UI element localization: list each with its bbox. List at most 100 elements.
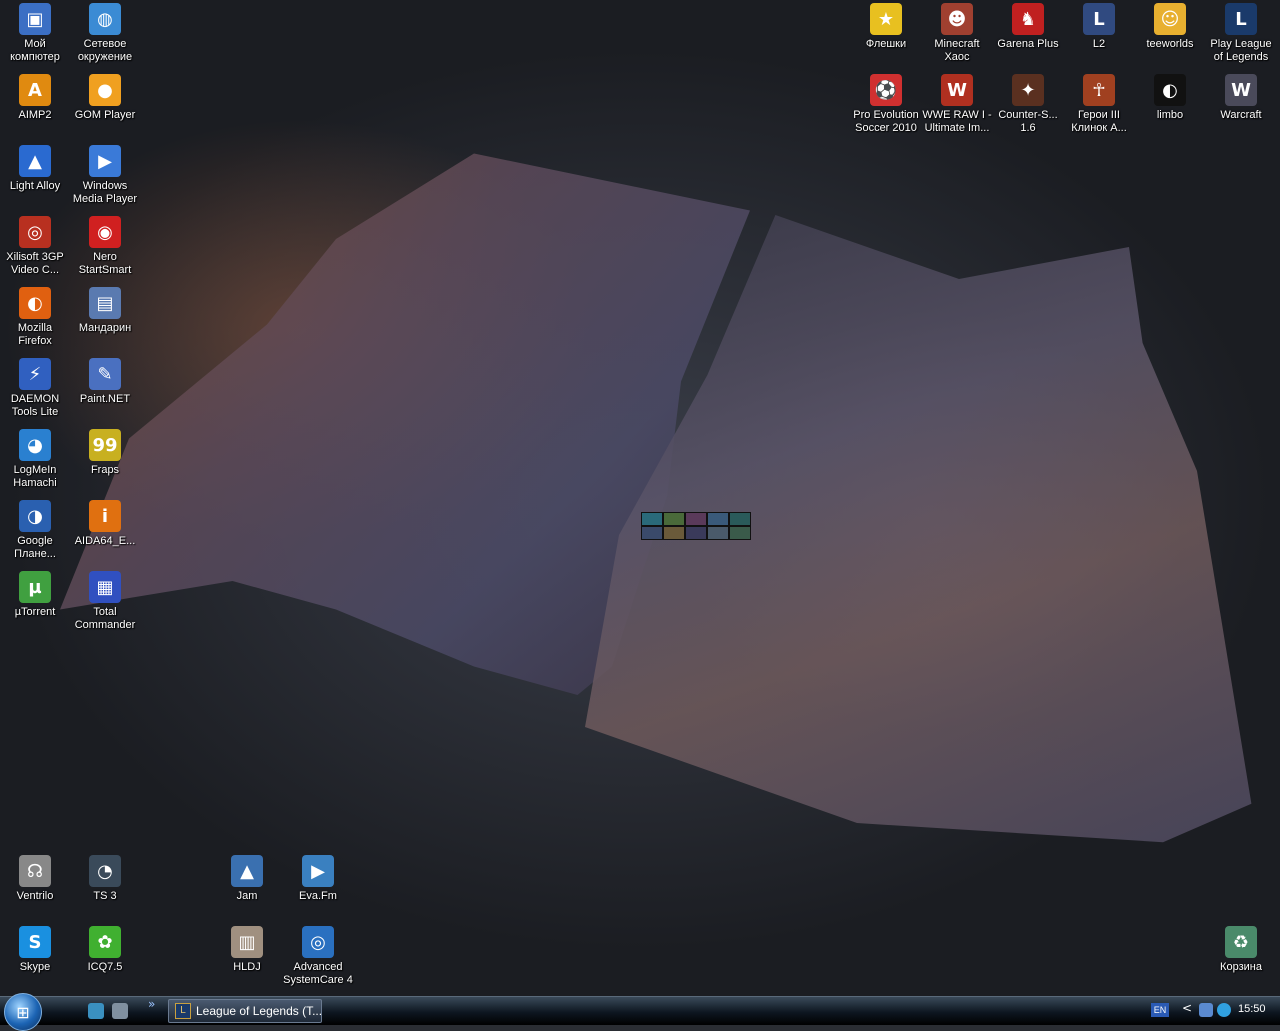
desktop-icon[interactable]: ▲ Light Alloy	[0, 145, 70, 193]
desktop-icon[interactable]: ☥ Герои III Клинок А...	[1064, 74, 1134, 135]
desktop-icon-label: Герои III Клинок А...	[1071, 109, 1127, 134]
desktop-icon[interactable]: ♞ Garena Plus	[993, 3, 1063, 51]
desktop-icon-label: Ventrilo	[16, 890, 54, 902]
desktop-icon[interactable]: i AIDA64_E...	[70, 500, 140, 548]
desktop-icon[interactable]: ✎ Paint.NET	[70, 358, 140, 406]
desktop-icon-label: Paint.NET	[79, 393, 131, 405]
taskbar-window-button[interactable]: L League of Legends (T...	[168, 999, 322, 1023]
xilisoft-icon: ◎	[19, 216, 51, 248]
minecraft-icon: ☻	[941, 3, 973, 35]
desktop-icon[interactable]: ⚽ Pro Evolution Soccer 2010	[851, 74, 921, 135]
desktop-icon[interactable]: ◎ Xilisoft 3GP Video C...	[0, 216, 70, 277]
desktop-icon[interactable]: ♻ Корзина	[1206, 926, 1276, 974]
media-player-icon: ▶	[89, 145, 121, 177]
desktop-icon[interactable]: ◐ limbo	[1135, 74, 1205, 122]
desktop-icon[interactable]: ◑ Google Плане...	[0, 500, 70, 561]
desktop-icon-label: Warcraft	[1220, 109, 1262, 121]
desktop-icon[interactable]: ▲ Jam	[212, 855, 282, 903]
desktop: ▣ Мой компютер ◍ Сетевое окружение A AIMP2 ● GO…	[0, 0, 1280, 996]
thumbnail-strip[interactable]	[641, 512, 751, 540]
star-icon: ★	[870, 3, 902, 35]
desktop-icon-label: teeworlds	[1146, 38, 1194, 50]
network-tray-icon[interactable]	[1199, 1003, 1213, 1017]
desktop-icon[interactable]: ★ Флешки	[851, 3, 921, 51]
nero-icon: ◉	[89, 216, 121, 248]
desktop-icon[interactable]: µ µTorrent	[0, 571, 70, 619]
desktop-icon-label: Флешки	[865, 38, 907, 50]
taskbar-window-title: League of Legends (T...	[196, 1004, 322, 1018]
desktop-icon[interactable]: L L2	[1064, 3, 1134, 51]
desktop-icon[interactable]: W WWE RAW I - Ultimate Im...	[922, 74, 992, 135]
desktop-icon[interactable]: ◍ Сетевое окружение	[70, 3, 140, 64]
icq-icon: ✿	[89, 926, 121, 958]
garena-icon: ♞	[1012, 3, 1044, 35]
pes-icon: ⚽	[870, 74, 902, 106]
volume-tray-icon[interactable]	[1217, 1003, 1231, 1017]
desktop-icon[interactable]: ▤ Мандарин	[70, 287, 140, 335]
lineage2-icon: L	[1083, 3, 1115, 35]
desktop-icon-label: µTorrent	[14, 606, 56, 618]
desktop-icon-label: Eva.Fm	[299, 890, 337, 902]
desktop-icon[interactable]: ▣ Мой компютер	[0, 3, 70, 64]
clock[interactable]: 15:50	[1238, 1003, 1266, 1015]
desktop-icon-label: Pro Evolution Soccer 2010	[853, 109, 919, 134]
desktop-icon-label: Mozilla Firefox	[17, 322, 53, 347]
desktop-icon[interactable]: ◎ Advanced SystemCare 4	[283, 926, 353, 987]
light-alloy-icon: ▲	[19, 145, 51, 177]
desktop-icon-label: Garena Plus	[997, 38, 1059, 50]
desktop-icon-label: Nero StartSmart	[78, 251, 132, 276]
desktop-icon[interactable]: ☺ teeworlds	[1135, 3, 1205, 51]
computer-icon: ▣	[19, 3, 51, 35]
desktop-icon[interactable]: ▥ HLDJ	[212, 926, 282, 974]
teeworlds-icon: ☺	[1154, 3, 1186, 35]
desktop-icon-label: Сетевое окружение	[77, 38, 133, 63]
tray-expand-icon[interactable]: <	[1182, 1001, 1192, 1015]
desktop-icon[interactable]: ▦ Total Commander	[70, 571, 140, 632]
desktop-icon-label: Minecraft Хаос	[934, 38, 980, 63]
network-icon: ◍	[89, 3, 121, 35]
desktop-icon-label: HLDJ	[233, 961, 261, 973]
quick-launch-more-button[interactable]: »	[148, 997, 155, 1011]
desktop-icon[interactable]: A AIMP2	[0, 74, 70, 122]
desktop-icon[interactable]: W Warcraft	[1206, 74, 1276, 122]
desktop-icon-label: GOM Player	[74, 109, 136, 121]
total-commander-icon: ▦	[89, 571, 121, 603]
windows-start-icon[interactable]: ⊞	[4, 993, 42, 1031]
desktop-icon[interactable]: S Skype	[0, 926, 70, 974]
desktop-icon[interactable]: ☊ Ventrilo	[0, 855, 70, 903]
gom-player-icon: ●	[89, 74, 121, 106]
hldj-icon: ▥	[231, 926, 263, 958]
taskbar: ⊞ » L League of Legends (T... EN < 15:50	[0, 993, 1280, 1031]
desktop-icon-label: Play League of Legends	[1210, 38, 1272, 63]
warcraft-icon: W	[1225, 74, 1257, 106]
show-desktop-icon[interactable]	[112, 1003, 128, 1019]
desktop-icon-label: ICQ7.5	[87, 961, 123, 973]
teamspeak-icon: ◔	[89, 855, 121, 887]
desktop-icon[interactable]: ✿ ICQ7.5	[70, 926, 140, 974]
desktop-icon[interactable]: ▶ Windows Media Player	[70, 145, 140, 206]
desktop-globe-icon[interactable]	[88, 1003, 104, 1019]
language-indicator[interactable]: EN	[1151, 1003, 1169, 1017]
desktop-icon[interactable]: 99 Fraps	[70, 429, 140, 477]
desktop-icon[interactable]: L Play League of Legends	[1206, 3, 1276, 64]
desktop-icon[interactable]: ☻ Minecraft Хаос	[922, 3, 992, 64]
desktop-icon-label: Fraps	[90, 464, 120, 476]
desktop-icon-label: Jam	[236, 890, 258, 902]
desktop-icon[interactable]: ◉ Nero StartSmart	[70, 216, 140, 277]
desktop-icon[interactable]: ◔ TS 3	[70, 855, 140, 903]
desktop-icon-label: Light Alloy	[9, 180, 61, 192]
desktop-icon[interactable]: ● GOM Player	[70, 74, 140, 122]
desktop-icon[interactable]: ▶ Eva.Fm	[283, 855, 353, 903]
league-icon: L	[175, 1003, 191, 1019]
evafm-icon: ▶	[302, 855, 334, 887]
desktop-icon-label: TS 3	[93, 890, 117, 902]
desktop-icon[interactable]: ⚡ DAEMON Tools Lite	[0, 358, 70, 419]
daemon-tools-icon: ⚡	[19, 358, 51, 390]
desktop-icon-label: LogMeIn Hamachi	[13, 464, 57, 489]
desktop-icon[interactable]: ◐ Mozilla Firefox	[0, 287, 70, 348]
desktop-icon[interactable]: ✦ Counter-S... 1.6	[993, 74, 1063, 135]
firefox-icon: ◐	[19, 287, 51, 319]
desktop-icon-label: Total Commander	[74, 606, 136, 631]
desktop-icon-label: Skype	[19, 961, 51, 973]
desktop-icon[interactable]: ◕ LogMeIn Hamachi	[0, 429, 70, 490]
